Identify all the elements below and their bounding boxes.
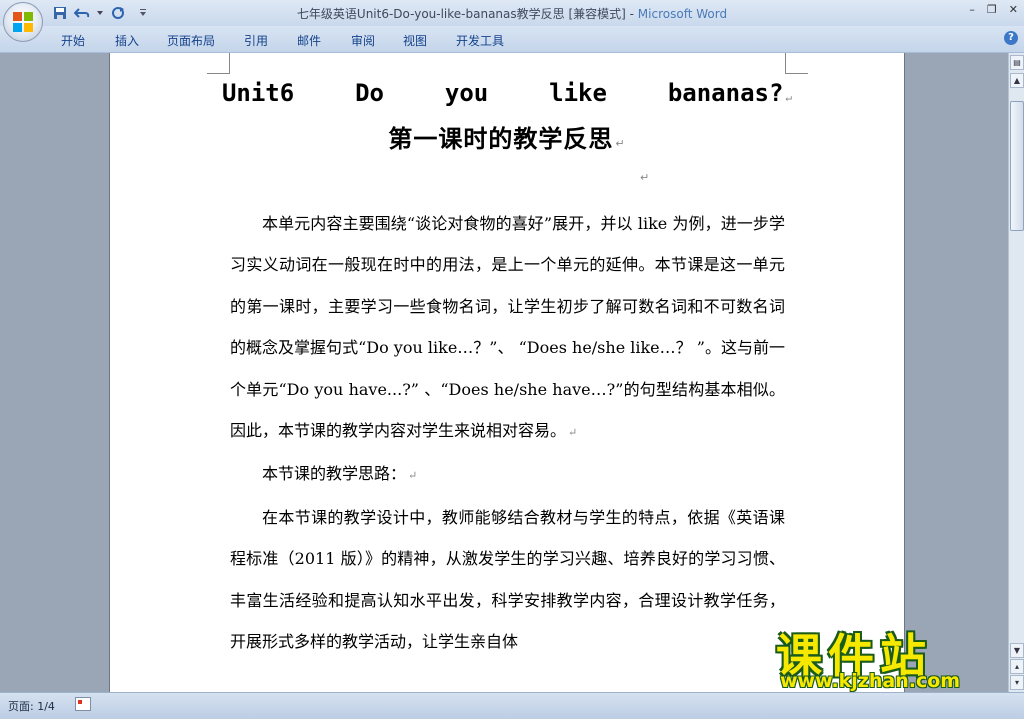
- proofing-icon[interactable]: [75, 697, 91, 711]
- tab-references[interactable]: 引用: [244, 32, 268, 49]
- close-button[interactable]: ✕: [1009, 3, 1018, 16]
- tab-review[interactable]: 审阅: [351, 32, 375, 49]
- watermark-url: www.kjzhan.com: [780, 670, 961, 692]
- heading-english-text: Unit6 Do you like bananas?: [221, 79, 784, 107]
- crop-mark-top-left: [207, 53, 230, 74]
- window-controls: – ❐ ✕: [969, 3, 1018, 16]
- tab-mailings[interactable]: 邮件: [297, 32, 321, 49]
- paragraph-mark: ↵: [568, 426, 578, 440]
- previous-page-icon[interactable]: ▴: [1010, 659, 1024, 674]
- ruler-toggle-icon[interactable]: ▤: [1010, 55, 1024, 70]
- paragraph-text: 在本节课的教学设计中，教师能够结合教材与学生的特点，依据《英语课程标准（2011…: [230, 507, 785, 652]
- title-bar: 七年级英语Unit6-Do-you-like-bananas教学反思 [兼容模式…: [0, 0, 1024, 26]
- heading-chinese-text: 第一课时的教学反思: [388, 125, 614, 153]
- paragraph-text: 本单元内容主要围绕“谈论对食物的喜好”展开，并以 like 为例，进一步学习实义…: [230, 214, 785, 441]
- vertical-scrollbar[interactable]: ▤ ▲ ▼ ▴ ▾: [1008, 53, 1024, 692]
- heading-chinese: 第一课时的教学反思 ↵: [110, 119, 904, 154]
- tab-developer[interactable]: 开发工具: [456, 32, 504, 49]
- scroll-down-icon[interactable]: ▼: [1010, 643, 1024, 658]
- scroll-up-icon[interactable]: ▲: [1010, 73, 1024, 88]
- paragraph-text: 本节课的教学思路：: [262, 464, 407, 484]
- page-indicator[interactable]: 页面: 1/4: [8, 698, 55, 714]
- paragraph: 本单元内容主要围绕“谈论对食物的喜好”展开，并以 like 为例，进一步学习实义…: [230, 203, 785, 453]
- paragraph: 本节课的教学思路： ↵: [230, 453, 785, 496]
- paragraph-mark: ↵: [615, 137, 626, 150]
- paragraph-mark: ↵: [640, 171, 650, 184]
- document-body: 本单元内容主要围绕“谈论对食物的喜好”展开，并以 like 为例，进一步学习实义…: [230, 203, 785, 662]
- paragraph-mark: ↵: [785, 91, 793, 104]
- tab-page-layout[interactable]: 页面布局: [167, 32, 215, 49]
- scroll-thumb[interactable]: [1010, 101, 1024, 231]
- tab-insert[interactable]: 插入: [115, 32, 139, 49]
- status-bar: 页面: 1/4: [0, 692, 1024, 719]
- help-icon[interactable]: ?: [1004, 31, 1018, 45]
- minimize-button[interactable]: –: [969, 3, 975, 16]
- crop-mark-top-right: [785, 53, 808, 74]
- window-title: 七年级英语Unit6-Do-you-like-bananas教学反思 [兼容模式…: [0, 5, 1024, 22]
- document-page[interactable]: Unit6 Do you like bananas? ↵ 第一课时的教学反思 ↵ ↵…: [110, 53, 904, 692]
- tab-view[interactable]: 视图: [403, 32, 427, 49]
- office-button[interactable]: [3, 2, 43, 42]
- next-page-icon[interactable]: ▾: [1010, 675, 1024, 690]
- restore-button[interactable]: ❐: [987, 3, 997, 16]
- tab-home[interactable]: 开始: [61, 32, 85, 49]
- document-title: 七年级英语Unit6-Do-you-like-bananas教学反思 [兼容模式…: [296, 7, 638, 21]
- office-logo-icon: [13, 12, 33, 32]
- app-name: Microsoft Word: [637, 7, 728, 21]
- heading-english: Unit6 Do you like bananas? ↵: [110, 79, 904, 107]
- document-workspace: Unit6 Do you like bananas? ↵ 第一课时的教学反思 ↵ ↵…: [0, 53, 1008, 692]
- watermark-logo: 课件站 www.kjzhan.com: [776, 620, 1008, 692]
- ribbon-tabs: 开始 插入 页面布局 引用 邮件 审阅 视图 开发工具 ?: [0, 26, 1024, 53]
- paragraph-mark: ↵: [408, 469, 418, 483]
- paragraph: 在本节课的教学设计中，教师能够结合教材与学生的特点，依据《英语课程标准（2011…: [230, 497, 785, 663]
